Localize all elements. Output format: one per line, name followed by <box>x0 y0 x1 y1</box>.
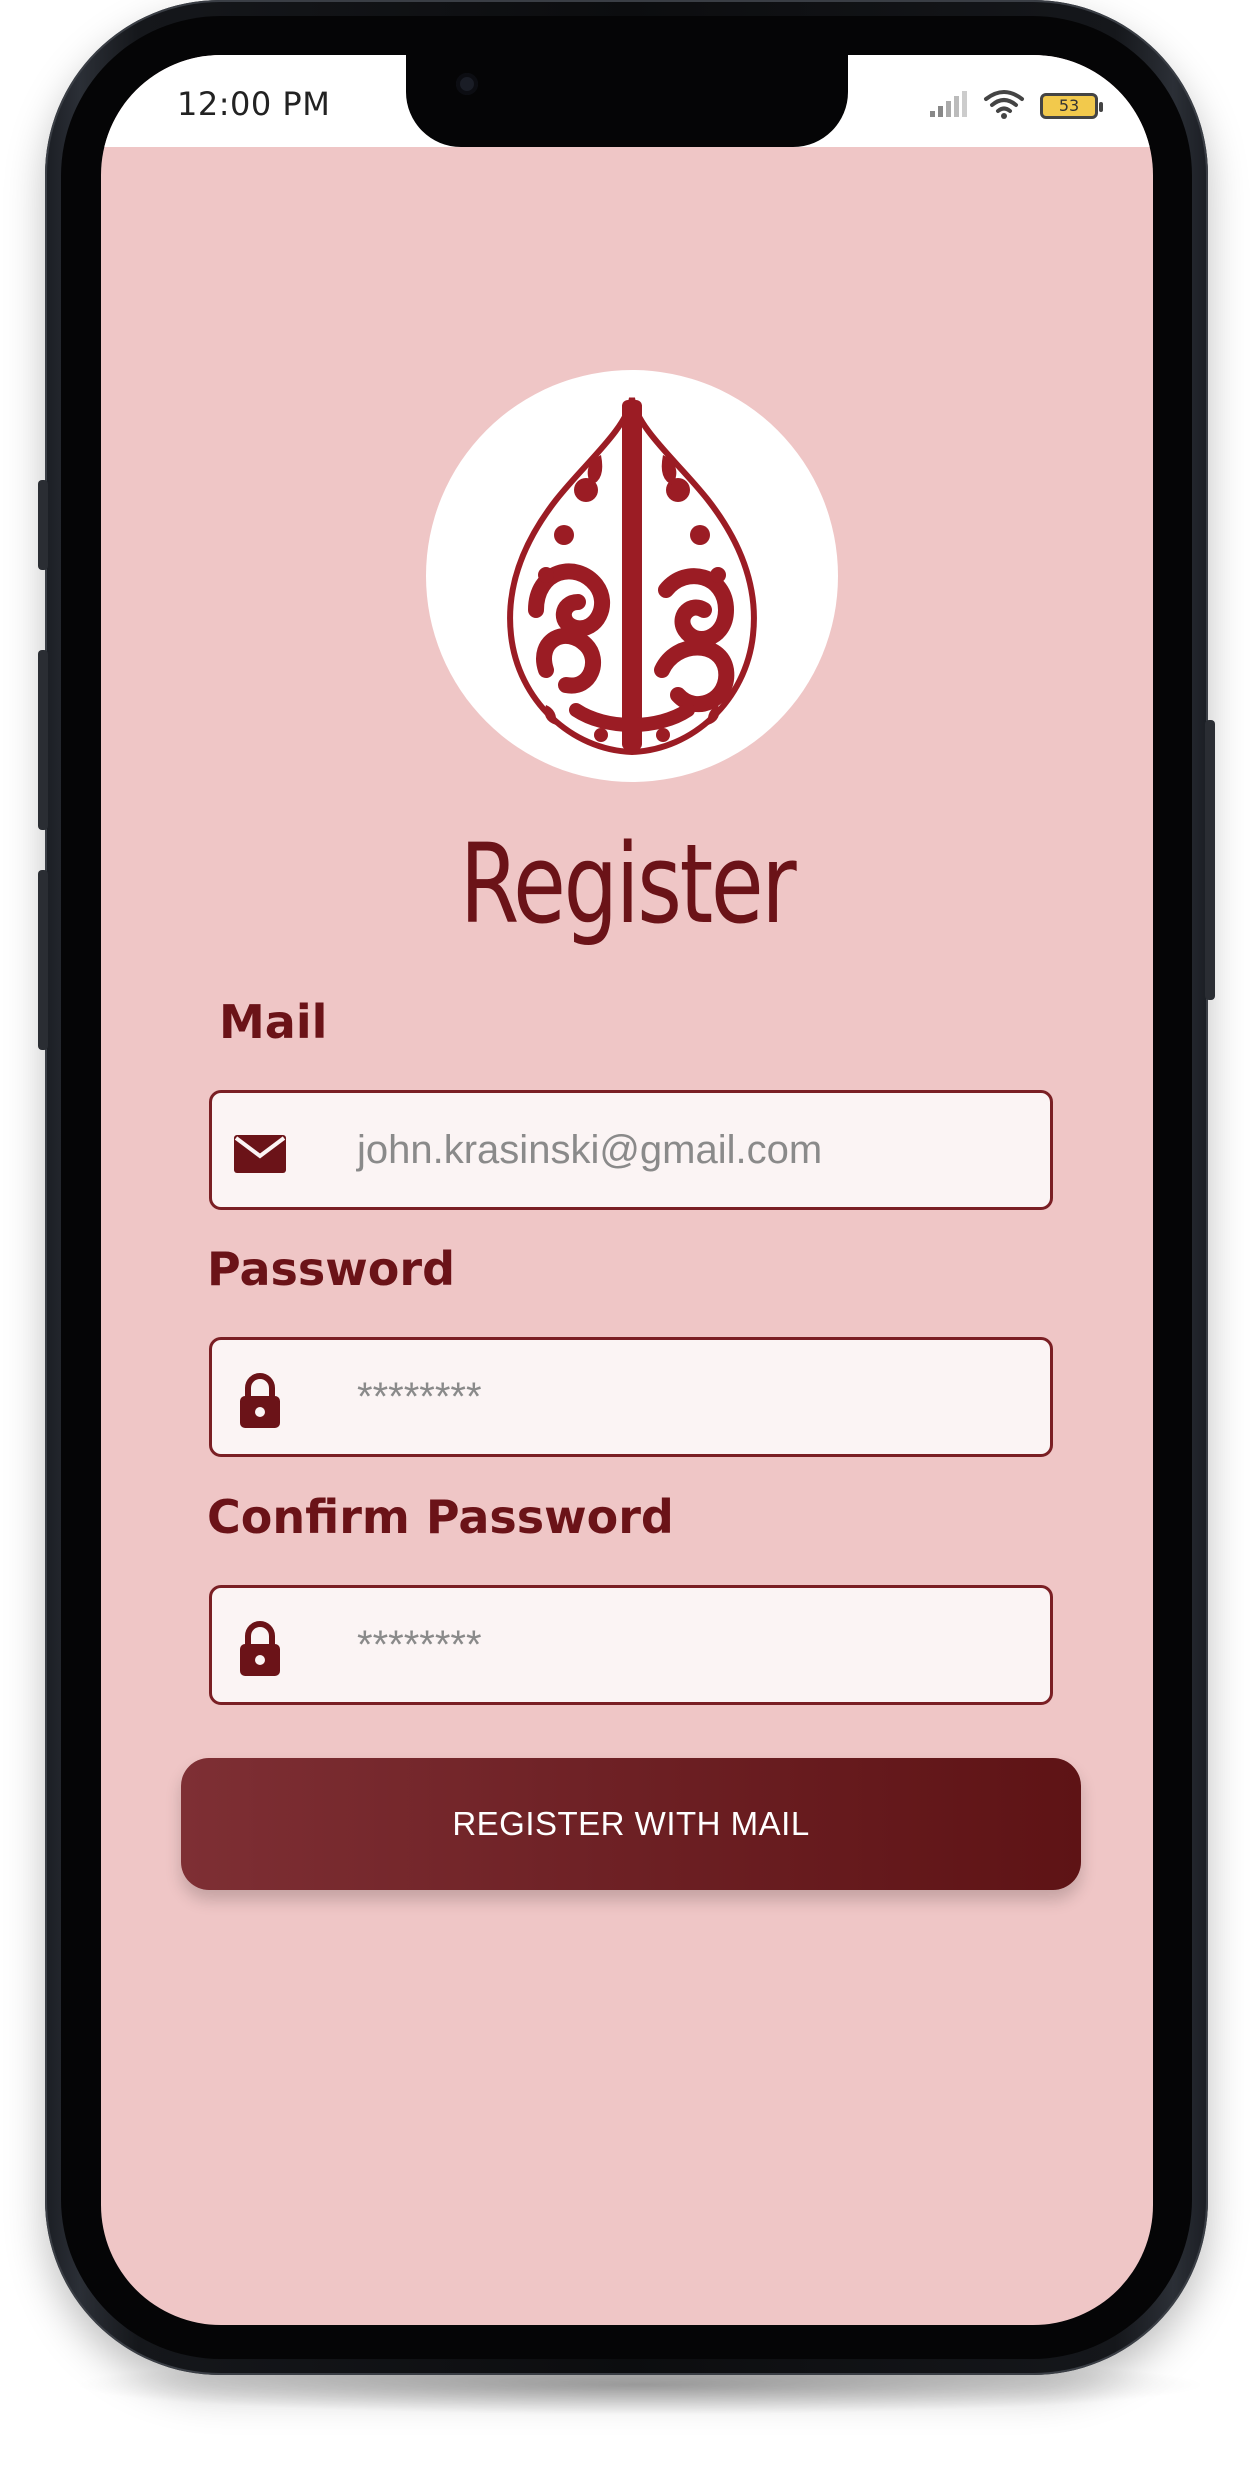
status-icons: 53 <box>928 89 1103 124</box>
lock-icon <box>228 1616 292 1680</box>
signal-icon <box>928 89 968 124</box>
status-bar: 12:00 PM 53 <box>101 55 1153 147</box>
battery-icon: 53 <box>1040 93 1103 119</box>
front-camera <box>456 73 478 95</box>
status-time: 12:00 PM <box>177 85 331 123</box>
camera-notch <box>406 55 848 147</box>
wifi-icon <box>982 88 1026 125</box>
mail-label: Mail <box>219 995 328 1049</box>
password-field[interactable]: ******** <box>209 1337 1053 1457</box>
confirm-password-label: Confirm Password <box>207 1490 674 1544</box>
page-title: Register <box>459 820 797 948</box>
device-mockup: 12:00 PM 53 Register Mail john.krasinski… <box>0 0 1253 2466</box>
password-label: Password <box>207 1242 455 1296</box>
register-with-mail-button[interactable]: REGISTER WITH MAIL <box>181 1758 1081 1890</box>
envelope-icon <box>228 1121 292 1185</box>
power-button <box>1205 720 1215 1000</box>
mute-switch <box>38 480 48 570</box>
calligraphy-emblem-icon <box>507 397 757 756</box>
confirm-password-field[interactable]: ******** <box>209 1585 1053 1705</box>
volume-down-button <box>38 870 48 1050</box>
lock-icon <box>228 1368 292 1432</box>
confirm-password-input-value[interactable]: ******** <box>357 1588 482 1702</box>
mail-input-value[interactable]: john.krasinski@gmail.com <box>357 1093 822 1207</box>
app-logo <box>426 370 838 782</box>
mail-field[interactable]: john.krasinski@gmail.com <box>209 1090 1053 1210</box>
password-input-value[interactable]: ******** <box>357 1340 482 1454</box>
app-screen: 12:00 PM 53 Register Mail john.krasinski… <box>101 55 1153 2325</box>
volume-up-button <box>38 650 48 830</box>
